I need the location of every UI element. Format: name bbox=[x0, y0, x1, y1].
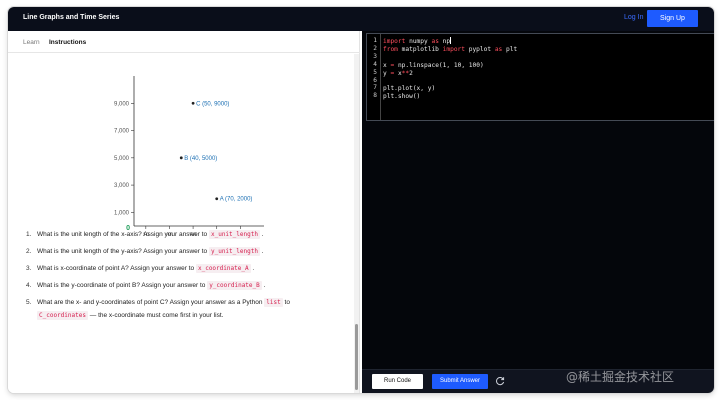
code-line[interactable]: x = np.linspace(1, 10, 100) bbox=[383, 62, 517, 70]
code-area[interactable]: 1 2 3 4 5 6 7 8 import numpy as np from m… bbox=[366, 33, 714, 121]
point-label: B (40, 5000) bbox=[184, 156, 217, 162]
signup-button[interactable]: Sign Up bbox=[647, 10, 698, 27]
code-line[interactable]: plt.plot(x, y) bbox=[383, 85, 517, 93]
var-list: list bbox=[264, 298, 283, 307]
app-window: Line Graphs and Time Series Log In Sign … bbox=[8, 7, 714, 393]
point-label: A (70, 2000) bbox=[220, 197, 253, 203]
top-bar: Line Graphs and Time Series Log In Sign … bbox=[8, 7, 714, 31]
refresh-icon[interactable] bbox=[494, 375, 506, 387]
var-y-unit-length: y_unit_length bbox=[208, 247, 260, 256]
tab-bar: Learn Instructions bbox=[8, 31, 360, 53]
var-x-unit-length: x_unit_length bbox=[208, 230, 260, 239]
y-tick-label: 7,000 bbox=[114, 129, 130, 135]
code-line[interactable]: from matplotlib import pyplot as plt bbox=[383, 46, 517, 54]
y-tick-label: 1,000 bbox=[114, 210, 130, 216]
watermark: @稀土掘金技术社区 bbox=[566, 370, 675, 384]
text-cursor bbox=[450, 37, 452, 44]
tab-instructions[interactable]: Instructions bbox=[49, 39, 86, 46]
code-line[interactable] bbox=[383, 78, 517, 86]
var-y-coordinate-b: y_coordinate_B bbox=[207, 281, 262, 290]
code-line[interactable]: plt.show() bbox=[383, 93, 517, 101]
code-line[interactable]: import numpy as np bbox=[383, 37, 517, 46]
coordinate-chart: 010305070901,0003,0005,0007,0009,000C (5… bbox=[114, 76, 264, 236]
data-point bbox=[179, 156, 183, 160]
code-editor[interactable]: 1 2 3 4 5 6 7 8 import numpy as np from m… bbox=[362, 31, 714, 373]
instructions-panel: Learn Instructions 010305070901,0003,000… bbox=[8, 31, 360, 393]
code-line[interactable] bbox=[383, 54, 517, 62]
data-point bbox=[215, 197, 219, 201]
scrollbar-thumb[interactable] bbox=[355, 324, 358, 390]
y-tick-label: 5,000 bbox=[114, 156, 130, 162]
gutter-divider bbox=[380, 34, 381, 120]
code-line[interactable]: y = x**2 bbox=[383, 70, 517, 78]
y-tick-label: 3,000 bbox=[114, 183, 130, 189]
line-numbers: 1 2 3 4 5 6 7 8 bbox=[373, 37, 377, 100]
run-code-button[interactable]: Run Code bbox=[372, 374, 423, 389]
point-label: C (50, 9000) bbox=[196, 101, 229, 107]
lesson-title: Line Graphs and Time Series bbox=[23, 14, 120, 21]
tab-learn[interactable]: Learn bbox=[23, 39, 40, 46]
code-lines[interactable]: import numpy as np from matplotlib import… bbox=[383, 37, 517, 101]
var-x-coordinate-a: x_coordinate_A bbox=[195, 264, 251, 273]
login-link[interactable]: Log In bbox=[624, 14, 643, 21]
y-tick-label: 9,000 bbox=[114, 101, 130, 107]
data-point bbox=[191, 101, 195, 105]
submit-answer-button[interactable]: Submit Answer bbox=[432, 374, 488, 389]
var-c-coordinates: C_coordinates bbox=[37, 311, 88, 320]
